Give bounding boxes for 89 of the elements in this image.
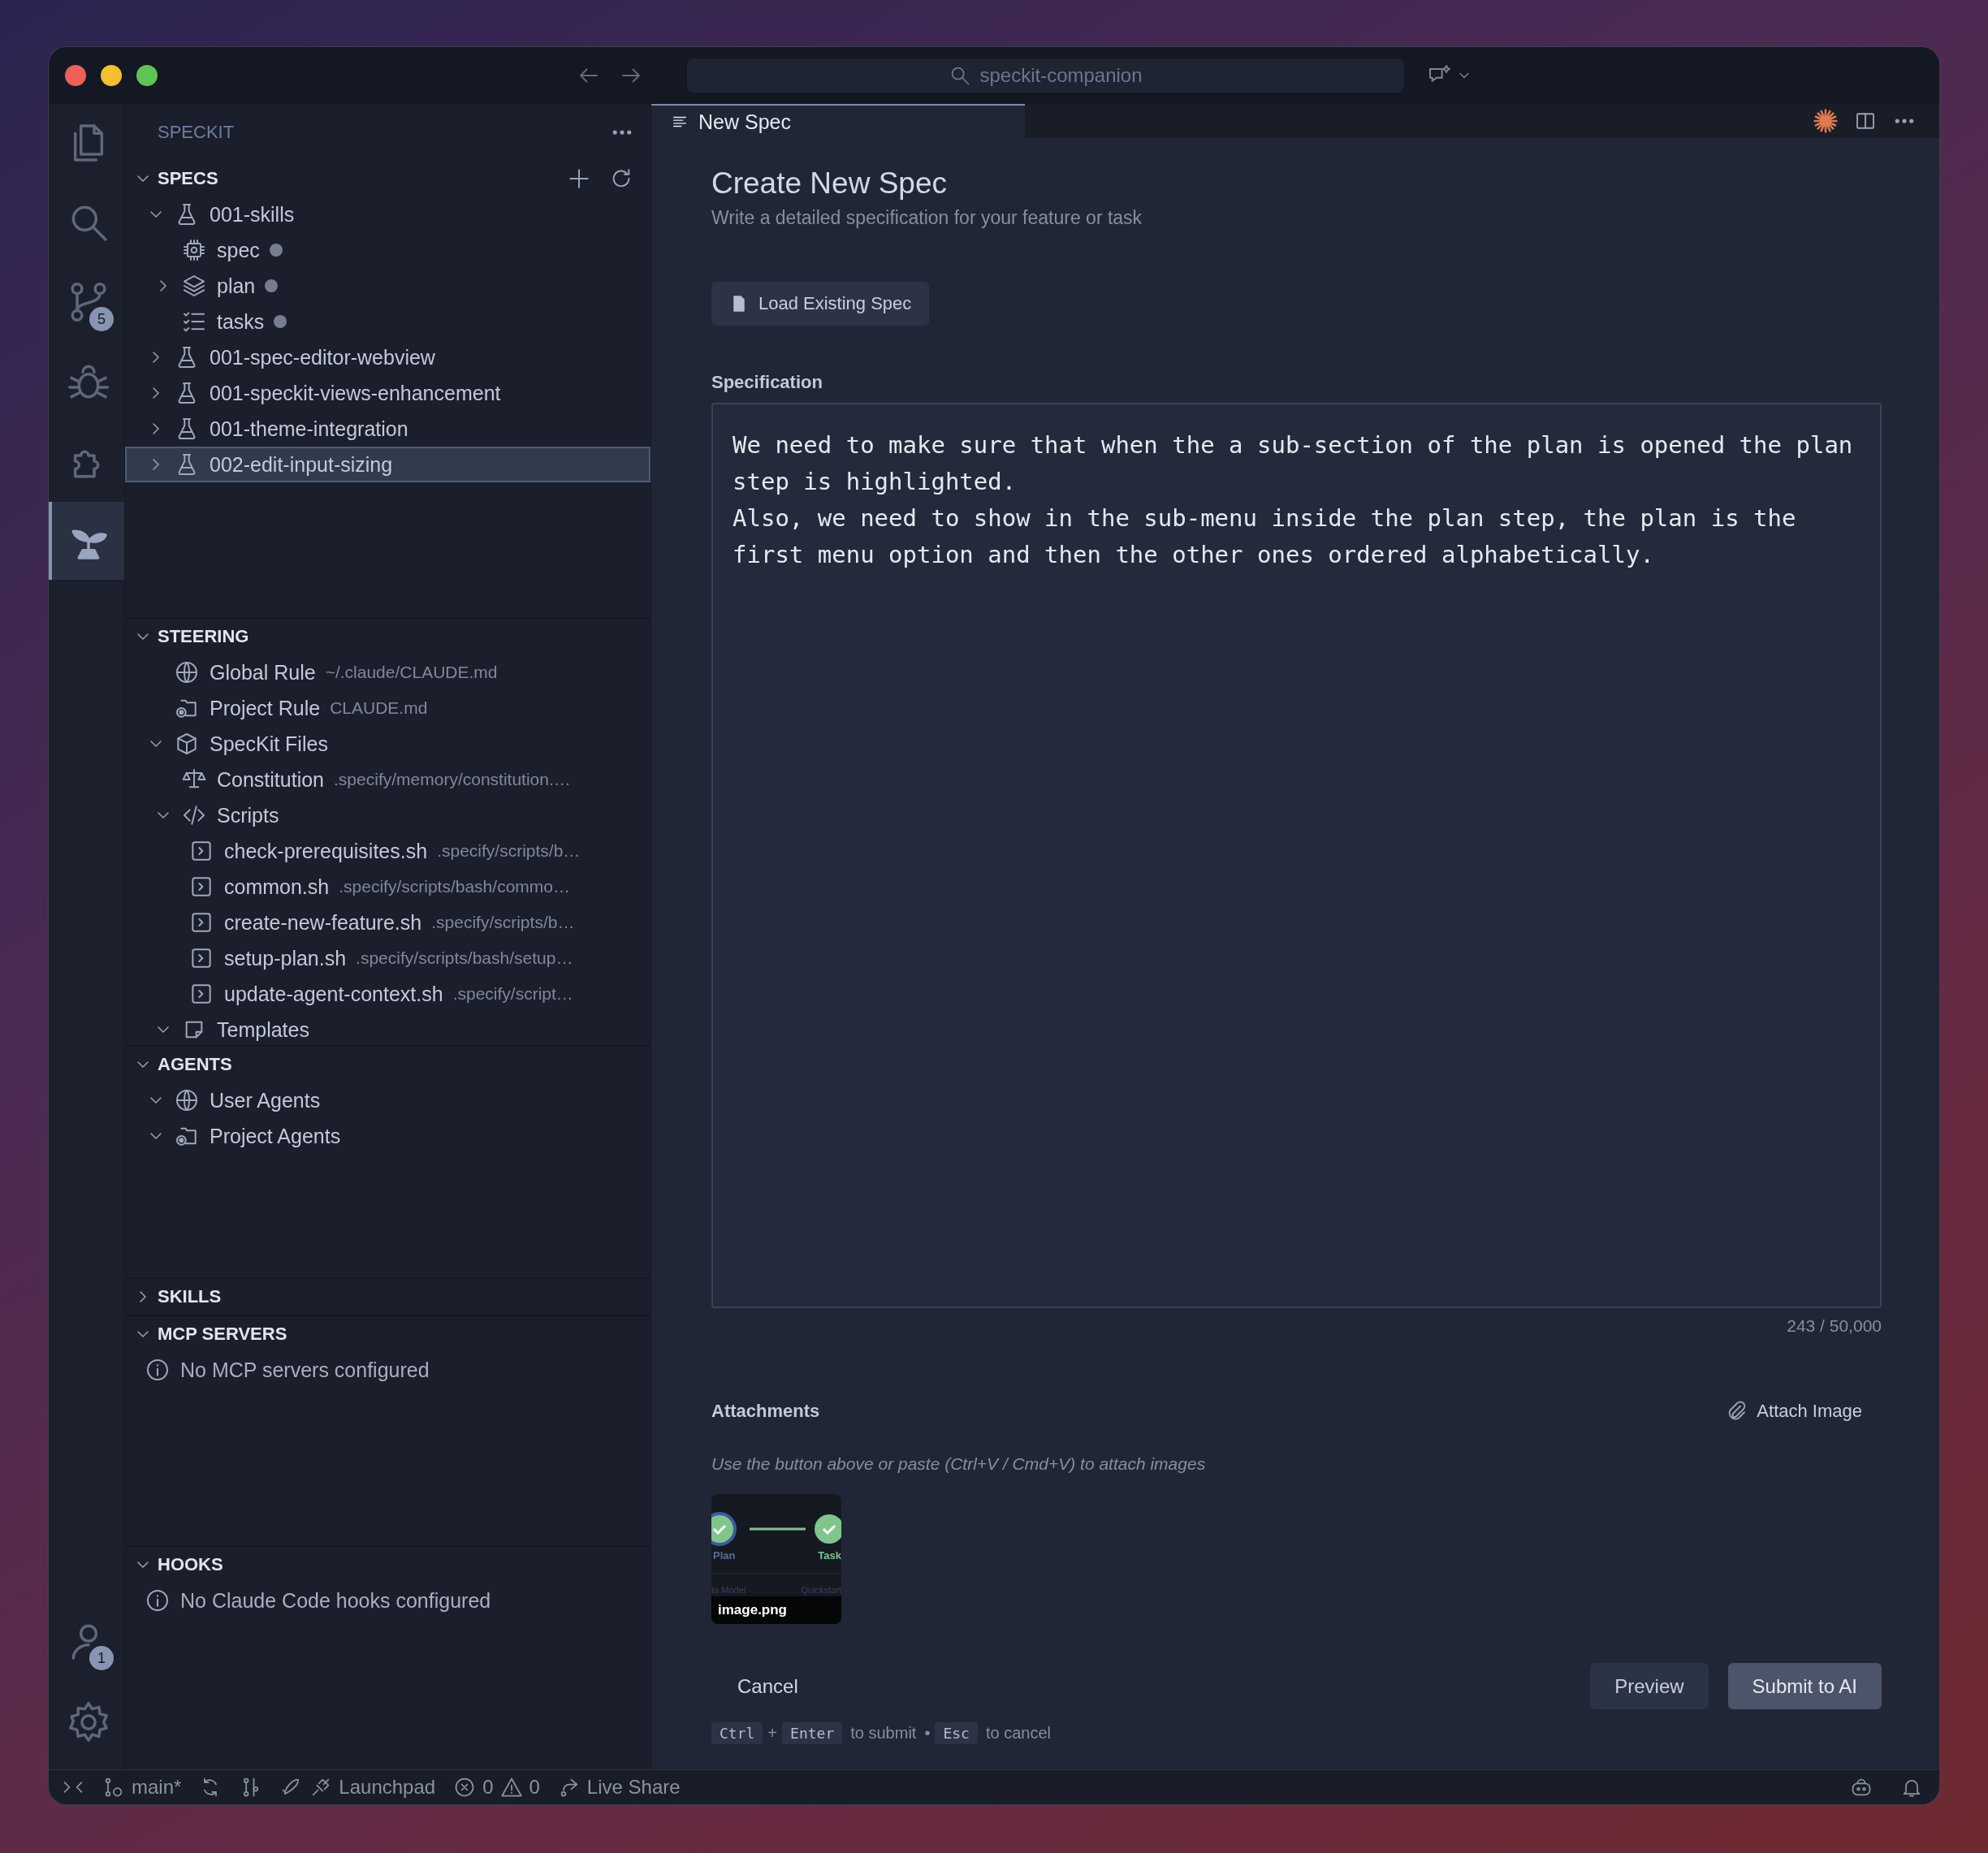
activity-bar-item[interactable]: 1 xyxy=(49,1602,124,1680)
branch-status[interactable]: main* xyxy=(102,1776,182,1799)
live-share-status[interactable]: Live Share xyxy=(557,1776,681,1799)
section-header[interactable]: STEERING xyxy=(125,619,650,654)
info-icon xyxy=(145,1587,171,1613)
tree-item[interactable]: Scripts xyxy=(125,797,650,833)
attach-image-button[interactable]: Attach Image xyxy=(1724,1399,1882,1423)
tree-item[interactable]: 002-edit-input-sizing xyxy=(125,447,650,482)
tree-item[interactable]: User Agents xyxy=(125,1082,650,1118)
section-title[interactable]: SKILLS xyxy=(158,1286,634,1307)
maximize-window-button[interactable] xyxy=(136,65,158,86)
tree-item[interactable]: common.sh .specify/scripts/bash/commo… xyxy=(125,869,650,905)
tree-item[interactable]: 001-skills xyxy=(125,197,650,232)
section-title[interactable]: AGENTS xyxy=(158,1054,634,1075)
path-text: .specify/memory/constitution.… xyxy=(334,770,571,789)
tree-item[interactable]: spec xyxy=(125,232,650,268)
tree-item[interactable]: SpecKit Files xyxy=(125,726,650,762)
load-existing-spec-button[interactable]: Load Existing Spec xyxy=(711,282,930,326)
path-text: .specify/scripts/bash/setup… xyxy=(356,948,573,968)
section-header[interactable]: MCP SERVERS xyxy=(125,1316,650,1352)
path-text: .specify/scripts/b… xyxy=(431,913,575,932)
shortcut-text: to submit xyxy=(850,1724,917,1743)
tree-item[interactable]: check-prerequisites.sh .specify/scripts/b… xyxy=(125,833,650,869)
tree-item[interactable]: Global Rule ~/.claude/CLAUDE.md xyxy=(125,654,650,690)
section-title[interactable]: HOOKS xyxy=(158,1554,634,1575)
section-title[interactable]: MCP SERVERS xyxy=(158,1324,634,1345)
plus-sign: + xyxy=(767,1724,778,1743)
tree-item[interactable]: 001-speckit-views-enhancement xyxy=(125,375,650,411)
globe-icon xyxy=(174,659,200,685)
error-count: 0 xyxy=(482,1776,494,1799)
key-cap: Ctrl xyxy=(711,1722,763,1744)
path-text: .specify/script… xyxy=(452,984,573,1004)
info-icon xyxy=(145,1357,171,1383)
activity-bar-item[interactable] xyxy=(49,502,124,580)
globe-icon xyxy=(174,1087,200,1113)
submit-button[interactable]: Submit to AI xyxy=(1727,1663,1882,1709)
field-label: Specification xyxy=(711,371,823,394)
page-subtitle: Write a detailed specification for your feature or task xyxy=(711,206,1143,230)
preview-button[interactable]: Preview xyxy=(1590,1663,1709,1709)
section-header[interactable]: SKILLS xyxy=(125,1279,650,1315)
tree-item[interactable]: Templates xyxy=(125,1012,650,1045)
key-cap: Enter xyxy=(782,1722,843,1744)
section-title[interactable]: SPECS xyxy=(158,168,550,189)
activity-bar-item[interactable]: 5 xyxy=(49,263,124,341)
path-text: .specify/scripts/b… xyxy=(437,841,581,861)
section-title[interactable]: STEERING xyxy=(158,626,634,647)
minimize-window-button[interactable] xyxy=(101,65,122,86)
layers-icon xyxy=(181,273,207,299)
tree-item[interactable]: 001-theme-integration xyxy=(125,411,650,447)
tree-item[interactable]: plan xyxy=(125,268,650,304)
tree-item[interactable]: Project Agents xyxy=(125,1118,650,1154)
character-counter: 243 / 50,000 xyxy=(1787,1315,1882,1337)
shortcut-text: to cancel xyxy=(985,1724,1051,1743)
tree-item[interactable]: update-agent-context.sh .specify/script… xyxy=(125,976,650,1012)
tree-item[interactable]: 001-spec-editor-webview xyxy=(125,339,650,375)
tree-item[interactable]: Constitution .specify/memory/constitution.… xyxy=(125,762,650,797)
specification-field[interactable]: We need to make sure that when the a sub-section of the plan is opened the plan step is highlighted. Also, we need to show in the sub-menu inside the plan step, the plan is the first menu option and then the other ones ordered alphabetically. xyxy=(711,403,1882,1308)
tree-item[interactable]: create-new-feature.sh .specify/scripts/b… xyxy=(125,905,650,940)
starburst-icon[interactable] xyxy=(1813,108,1839,134)
section-header[interactable]: HOOKS xyxy=(125,1547,650,1583)
empty-message: No Claude Code hooks configured xyxy=(180,1588,491,1613)
section-header[interactable]: SPECS xyxy=(125,161,650,197)
tree-item[interactable]: Project Rule CLAUDE.md xyxy=(125,690,650,726)
count-badge: 5 xyxy=(89,307,114,331)
count-badge: 1 xyxy=(89,1646,114,1670)
cancel-button[interactable]: Cancel xyxy=(711,1663,824,1709)
sidebar-title: SPECKIT xyxy=(158,122,235,143)
problems-status[interactable]: 0 0 xyxy=(453,1776,540,1799)
launchpad-status[interactable]: Launchpad xyxy=(280,1776,436,1799)
key-cap: Esc xyxy=(935,1722,978,1744)
path-text: ~/.claude/CLAUDE.md xyxy=(325,663,498,682)
tree-item[interactable]: setup-plan.sh .specify/scripts/bash/setup… xyxy=(125,940,650,976)
warning-icon xyxy=(499,1776,523,1799)
section-label: Attachments xyxy=(711,1400,820,1423)
separator-dot: • xyxy=(924,1724,931,1743)
hint-text: Use the button above or paste (Ctrl+V / Cmd+V) to attach images xyxy=(711,1453,1206,1475)
path-text: CLAUDE.md xyxy=(330,698,428,718)
editor-tab[interactable]: New Spec xyxy=(651,104,1025,138)
page-title: Create New Spec xyxy=(711,166,947,201)
tree-item[interactable]: tasks xyxy=(125,304,650,339)
section-header[interactable]: AGENTS xyxy=(125,1047,650,1082)
warning-count: 0 xyxy=(529,1776,540,1799)
step-label: Task xyxy=(818,1549,841,1561)
chip-icon xyxy=(181,237,207,263)
close-window-button[interactable] xyxy=(65,65,86,86)
step-label: Plan xyxy=(713,1549,736,1561)
file-name: image.png xyxy=(711,1596,841,1624)
path-text: .specify/scripts/bash/commo… xyxy=(339,877,570,896)
empty-message: No MCP servers configured xyxy=(180,1358,430,1382)
